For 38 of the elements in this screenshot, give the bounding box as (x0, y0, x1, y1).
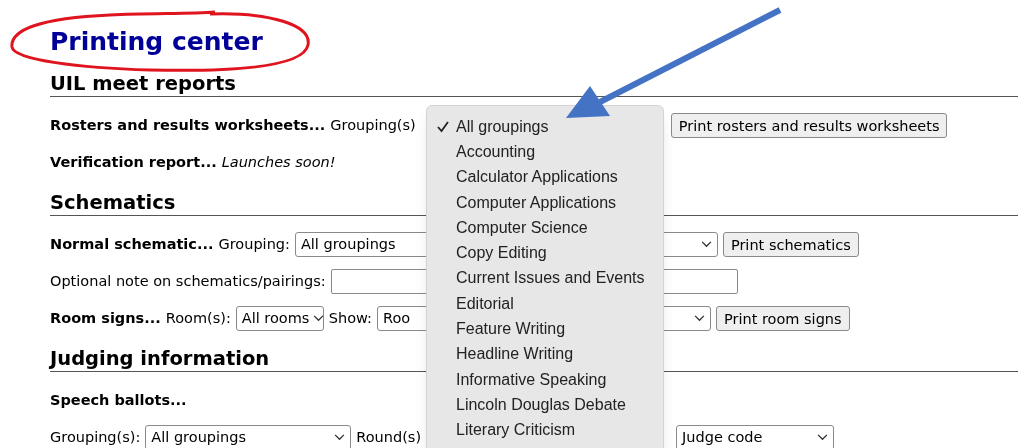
field-label: Grouping(s): (50, 427, 141, 447)
dropdown-option[interactable]: Editorial (427, 291, 663, 317)
dropdown-option[interactable]: Calculator Applications (427, 164, 663, 190)
item-label: Room signs... (50, 308, 161, 328)
field-label: Round(s) (356, 427, 422, 447)
field-label: Show: (328, 308, 372, 328)
chevron-icon (700, 241, 712, 248)
dropdown-option[interactable]: Accounting (427, 139, 663, 165)
page-title: Printing center (50, 26, 263, 58)
chevron-icon (694, 315, 705, 322)
dropdown-select[interactable]: All rooms (235, 306, 324, 331)
field-label: Room(s): (165, 308, 231, 328)
item-label: Rosters and results worksheets... (50, 115, 326, 135)
dropdown-option[interactable]: All groupings (427, 114, 663, 140)
dropdown-option[interactable]: Computer Applications (427, 189, 663, 216)
field-label: Optional note on schematics/pairings: (50, 271, 326, 291)
print-button[interactable]: Print rosters and results worksheets (670, 113, 948, 138)
dropdown-select[interactable]: All groupings (145, 425, 352, 448)
dropdown-select[interactable]: Judge code (676, 425, 835, 448)
item-label: Speech ballots... (50, 390, 187, 410)
dropdown-option[interactable]: Computer Science (427, 215, 663, 241)
dropdown-option[interactable]: Feature Writing (427, 316, 663, 342)
status-note: Launches soon! (221, 152, 336, 172)
dropdown-option[interactable]: Lincoln Douglas Debate (427, 392, 663, 418)
dropdown-option[interactable]: Copy Editing (427, 240, 663, 266)
chevron-icon (817, 434, 829, 441)
item-label: Verification report... (50, 152, 217, 172)
checkmark-icon (437, 120, 449, 133)
field-label: Grouping: (218, 234, 290, 254)
item-label: Normal schematic... (50, 234, 214, 254)
print-button[interactable]: Print schematics (722, 232, 859, 257)
dropdown-option[interactable]: Literary Criticism (427, 417, 663, 443)
section-heading: UIL meet reports (50, 72, 1018, 97)
dropdown-option[interactable]: Current Issues and Events (427, 265, 663, 292)
field-label: Grouping(s) (330, 115, 416, 135)
chevron-icon (334, 434, 346, 441)
print-button[interactable]: Print room signs (716, 306, 850, 331)
chevron-icon (313, 315, 325, 322)
